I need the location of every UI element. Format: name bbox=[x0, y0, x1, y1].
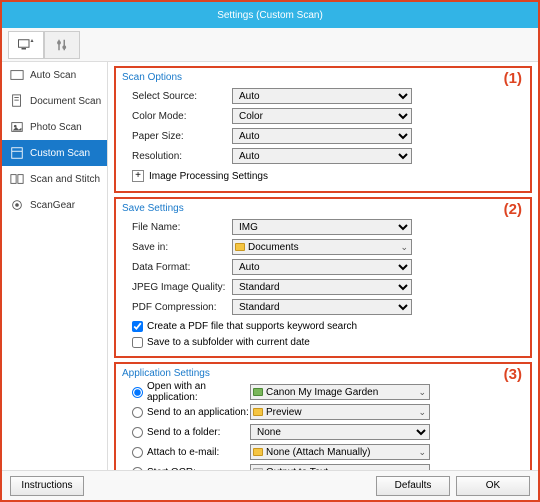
select-resolution[interactable]: Auto bbox=[232, 148, 412, 164]
sidebar-item-label: Scan and Stitch bbox=[30, 174, 100, 185]
label-save-in: Save in: bbox=[122, 242, 232, 253]
select-file-name[interactable]: IMG bbox=[232, 219, 412, 235]
select-start-ocr[interactable]: Output to Text ⌄ bbox=[250, 464, 430, 470]
instructions-button[interactable]: Instructions bbox=[10, 476, 84, 496]
sidebar-item-scan-stitch[interactable]: Scan and Stitch bbox=[2, 166, 107, 192]
open-with-value: Canon My Image Garden bbox=[266, 387, 378, 398]
select-pdf-compression[interactable]: Standard bbox=[232, 299, 412, 315]
sidebar-item-document-scan[interactable]: Document Scan bbox=[2, 88, 107, 114]
toolbar bbox=[2, 28, 538, 62]
label-attach-email: Attach to e-mail: bbox=[147, 447, 219, 458]
chevron-down-icon: ⌄ bbox=[418, 447, 426, 458]
label-file-name: File Name: bbox=[122, 222, 232, 233]
footer: Instructions Defaults OK bbox=[2, 470, 538, 500]
label-open-with: Open with an application: bbox=[147, 381, 250, 403]
application-settings-group: (3) Application Settings Open with an ap… bbox=[114, 362, 532, 470]
select-jpeg-quality[interactable]: Standard bbox=[232, 279, 412, 295]
save-in-value: Documents bbox=[248, 242, 299, 253]
label-select-source: Select Source: bbox=[122, 91, 232, 102]
send-app-value: Preview bbox=[266, 407, 302, 418]
label-jpeg-quality: JPEG Image Quality: bbox=[122, 282, 232, 293]
app-icon bbox=[253, 388, 263, 396]
select-send-app[interactable]: Preview ⌄ bbox=[250, 404, 430, 420]
select-paper-size[interactable]: Auto bbox=[232, 128, 412, 144]
radio-attach-email[interactable] bbox=[132, 447, 143, 458]
sidebar-item-custom-scan[interactable]: Custom Scan bbox=[2, 140, 107, 166]
plus-icon: + bbox=[132, 170, 144, 182]
window-title: Settings (Custom Scan) bbox=[217, 10, 323, 21]
folder-icon bbox=[235, 243, 245, 251]
radio-send-folder[interactable] bbox=[132, 427, 143, 438]
sidebar-item-label: Document Scan bbox=[30, 96, 101, 107]
callout-2: (2) bbox=[504, 201, 522, 218]
titlebar: Settings (Custom Scan) bbox=[2, 2, 538, 28]
label-send-folder: Send to a folder: bbox=[147, 427, 220, 438]
radio-start-ocr[interactable] bbox=[132, 467, 143, 471]
sidebar-item-label: Photo Scan bbox=[30, 122, 82, 133]
group-title: Save Settings bbox=[122, 203, 524, 214]
sidebar-item-label: ScanGear bbox=[30, 200, 75, 211]
group-title: Application Settings bbox=[122, 368, 524, 379]
app-icon bbox=[253, 468, 263, 470]
image-processing-label: Image Processing Settings bbox=[149, 171, 268, 182]
label-data-format: Data Format: bbox=[122, 262, 232, 273]
radio-send-app[interactable] bbox=[132, 407, 143, 418]
select-attach-email[interactable]: None (Attach Manually) ⌄ bbox=[250, 444, 430, 460]
checkbox-subfolder-date[interactable] bbox=[132, 337, 143, 348]
save-settings-group: (2) Save Settings File Name: IMG Save in… bbox=[114, 197, 532, 358]
settings-panel: (1) Scan Options Select Source: Auto Col… bbox=[108, 62, 538, 470]
tab-scan-from-computer[interactable] bbox=[8, 31, 44, 59]
label-pdf-keyword: Create a PDF file that supports keyword … bbox=[147, 321, 357, 332]
start-ocr-value: Output to Text bbox=[266, 467, 328, 471]
attach-email-value: None (Attach Manually) bbox=[266, 447, 371, 458]
label-color-mode: Color Mode: bbox=[122, 111, 232, 122]
sidebar-item-label: Auto Scan bbox=[30, 70, 76, 81]
chevron-down-icon: ⌄ bbox=[418, 407, 426, 418]
group-title: Scan Options bbox=[122, 72, 524, 83]
chevron-down-icon: ⌄ bbox=[418, 467, 426, 471]
image-processing-expand[interactable]: + Image Processing Settings bbox=[122, 167, 524, 185]
tab-general-settings[interactable] bbox=[44, 31, 80, 59]
sidebar-item-scangear[interactable]: ScanGear bbox=[2, 192, 107, 218]
label-resolution: Resolution: bbox=[122, 151, 232, 162]
folder-icon bbox=[253, 448, 263, 456]
defaults-button[interactable]: Defaults bbox=[376, 476, 450, 496]
scan-options-group: (1) Scan Options Select Source: Auto Col… bbox=[114, 66, 532, 193]
select-source[interactable]: Auto bbox=[232, 88, 412, 104]
ok-button[interactable]: OK bbox=[456, 476, 530, 496]
sidebar-item-photo-scan[interactable]: Photo Scan bbox=[2, 114, 107, 140]
sidebar-item-auto-scan[interactable]: Auto Scan bbox=[2, 62, 107, 88]
select-send-folder[interactable]: None bbox=[250, 424, 430, 440]
sidebar: Auto Scan Document Scan Photo Scan Custo… bbox=[2, 62, 108, 470]
label-pdf-compression: PDF Compression: bbox=[122, 302, 232, 313]
sidebar-item-label: Custom Scan bbox=[30, 148, 90, 159]
chevron-down-icon: ⌄ bbox=[400, 242, 408, 253]
select-save-in[interactable]: Documents ⌄ bbox=[232, 239, 412, 255]
select-open-with[interactable]: Canon My Image Garden ⌄ bbox=[250, 384, 430, 400]
label-start-ocr: Start OCR: bbox=[147, 467, 196, 471]
radio-open-with[interactable] bbox=[132, 387, 143, 398]
select-data-format[interactable]: Auto bbox=[232, 259, 412, 275]
label-subfolder-date: Save to a subfolder with current date bbox=[147, 337, 310, 348]
select-color-mode[interactable]: Color bbox=[232, 108, 412, 124]
settings-window: Settings (Custom Scan) Auto Scan Documen… bbox=[0, 0, 540, 502]
callout-1: (1) bbox=[504, 70, 522, 87]
callout-3: (3) bbox=[504, 366, 522, 383]
chevron-down-icon: ⌄ bbox=[418, 387, 426, 398]
label-paper-size: Paper Size: bbox=[122, 131, 232, 142]
checkbox-pdf-keyword[interactable] bbox=[132, 321, 143, 332]
label-send-app: Send to an application: bbox=[147, 407, 249, 418]
folder-icon bbox=[253, 408, 263, 416]
